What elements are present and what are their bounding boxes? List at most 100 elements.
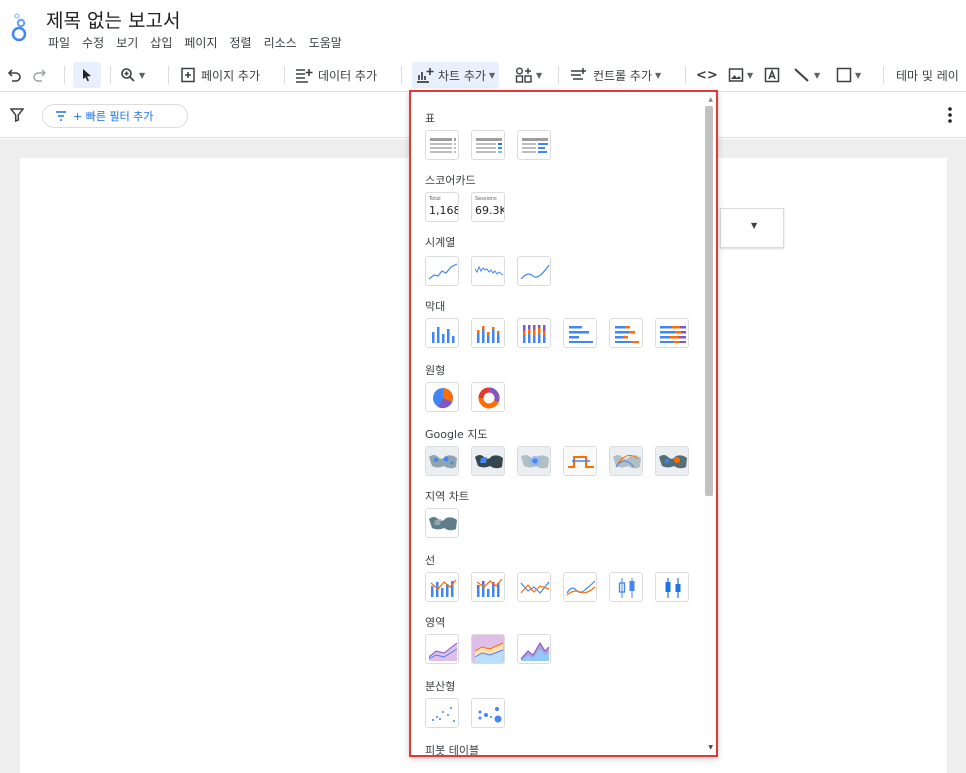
add-chart-icon (417, 68, 434, 83)
menu-bar: 파일 수정 보기 삽입 페이지 정렬 리소스 도움말 (46, 34, 348, 51)
candlestick-icon (618, 578, 635, 598)
chart-100-stacked-area-option[interactable] (517, 634, 551, 664)
insert-text-button[interactable] (764, 58, 780, 92)
chart-timeseries-option[interactable] (425, 256, 459, 286)
chart-line-option[interactable] (517, 572, 551, 602)
chart-filled-map-option[interactable] (471, 446, 505, 476)
insert-line-button[interactable]: ▼ (793, 58, 820, 92)
looker-studio-logo-icon[interactable] (10, 12, 30, 42)
undo-icon (7, 69, 21, 82)
chart-table-heatmap-option[interactable] (471, 130, 505, 160)
embed-code-button[interactable]: <> (696, 58, 718, 92)
menu-page[interactable]: 페이지 (178, 34, 223, 51)
add-data-icon (296, 69, 313, 83)
chart-connection-map-option[interactable] (609, 446, 643, 476)
column-chart-icon (432, 327, 455, 343)
chart-stacked-column-option[interactable] (471, 318, 505, 348)
chart-sparkline-option[interactable] (471, 256, 505, 286)
chart-bar-option[interactable] (563, 318, 597, 348)
add-control-icon (571, 68, 586, 80)
chart-donut-option[interactable] (471, 382, 505, 412)
canvas-dropdown-control[interactable]: ▼ (720, 208, 784, 248)
ohlc-icon (665, 578, 681, 598)
chart-stacked-area-option[interactable] (471, 634, 505, 664)
select-tool-button[interactable] (73, 62, 101, 88)
scrollbar-thumb[interactable] (705, 106, 713, 496)
smoothed-timeseries-icon (520, 264, 550, 280)
section-scatter-label: 분산형 (425, 680, 456, 693)
add-chart-button[interactable]: 차트 추가 ▼ (412, 62, 500, 88)
add-control-button[interactable]: 컨트롤 추가 ▼ (570, 58, 661, 92)
insert-image-button[interactable]: ▼ (728, 58, 753, 92)
smoothed-line-icon (566, 580, 596, 596)
chart-type-menu: ▲ ▼ 표 스코어카드 Total 1,168 Sessions 69.3K 시… (409, 90, 718, 757)
chart-bubble-option[interactable] (471, 698, 505, 728)
stacked-combo-icon (476, 578, 503, 597)
chart-geo-option[interactable] (425, 508, 459, 538)
chart-combo-map-option[interactable] (655, 446, 689, 476)
chart-smoothed-timeseries-option[interactable] (517, 256, 551, 286)
toolbar-separator (64, 66, 65, 84)
menu-insert[interactable]: 삽입 (144, 34, 178, 51)
section-timeseries-label: 시계열 (425, 236, 456, 249)
menu-view[interactable]: 보기 (110, 34, 144, 51)
chart-table-bars-option[interactable] (517, 130, 551, 160)
area-chart-icon (428, 642, 458, 661)
bar-chart-icon (569, 326, 593, 343)
chart-stacked-bar-option[interactable] (609, 318, 643, 348)
chart-ohlc-option[interactable] (655, 572, 689, 602)
toolbar-separator (883, 66, 884, 84)
redo-button[interactable] (32, 58, 48, 92)
toolbar-separator (168, 66, 169, 84)
toolbar-separator (401, 66, 402, 84)
menu-edit[interactable]: 수정 (76, 34, 110, 51)
heatmap-map-icon (518, 447, 550, 475)
chevron-down-icon: ▼ (747, 70, 754, 80)
chart-pie-option[interactable] (425, 382, 459, 412)
chart-candlestick-option[interactable] (609, 572, 643, 602)
add-chart-label: 차트 추가 (438, 68, 486, 83)
chart-heatmap-map-option[interactable] (517, 446, 551, 476)
scroll-down-icon[interactable]: ▼ (708, 744, 713, 751)
geo-chart-icon (426, 509, 458, 537)
chart-area-option[interactable] (425, 634, 459, 664)
donut-chart-icon (478, 387, 500, 409)
chart-combo-option[interactable] (425, 572, 459, 602)
line-chart-icon (520, 581, 550, 594)
section-area-label: 영역 (425, 616, 446, 629)
undo-button[interactable] (6, 58, 22, 92)
more-options-button[interactable] (944, 104, 956, 126)
chart-scorecard-option[interactable]: Total 1,168 (425, 192, 459, 222)
community-viz-button[interactable]: ▼ (515, 58, 542, 92)
chart-100-stacked-column-option[interactable] (517, 318, 551, 348)
connection-map-icon (610, 447, 642, 475)
zoom-button[interactable]: ▼ (120, 58, 145, 92)
chart-scorecard-compact-option[interactable]: Sessions 69.3K (471, 192, 505, 222)
chart-scatter-option[interactable] (425, 698, 459, 728)
full-stacked-area-icon (520, 642, 550, 661)
quick-filter-button[interactable]: + 빠른 필터 추가 (42, 104, 188, 128)
menu-help[interactable]: 도움말 (303, 34, 348, 51)
menu-arrange[interactable]: 정렬 (224, 34, 258, 51)
line-tool-icon (794, 68, 809, 82)
report-title[interactable]: 제목 없는 보고서 (46, 6, 180, 33)
scroll-up-icon[interactable]: ▲ (708, 96, 713, 103)
filter-icon[interactable] (10, 108, 24, 122)
chart-100-stacked-bar-option[interactable] (655, 318, 689, 348)
chart-table-option[interactable] (425, 130, 459, 160)
chart-column-option[interactable] (425, 318, 459, 348)
menu-resource[interactable]: 리소스 (258, 34, 303, 51)
add-page-button[interactable]: 페이지 추가 (180, 58, 260, 92)
bubble-chart-icon (478, 707, 502, 723)
chart-smoothed-line-option[interactable] (563, 572, 597, 602)
chart-stacked-combo-option[interactable] (471, 572, 505, 602)
chart-bubble-map-option[interactable] (425, 446, 459, 476)
chart-line-map-option[interactable] (563, 446, 597, 476)
menu-file[interactable]: 파일 (46, 34, 76, 51)
code-icon: <> (696, 67, 718, 83)
table-bars-icon (522, 138, 548, 153)
insert-shape-button[interactable]: ▼ (836, 58, 861, 92)
add-data-button[interactable]: 데이터 추가 (295, 58, 377, 92)
theme-layout-button[interactable]: 테마 및 레이 (896, 58, 959, 92)
section-google-maps-label: Google 지도 (425, 428, 488, 441)
